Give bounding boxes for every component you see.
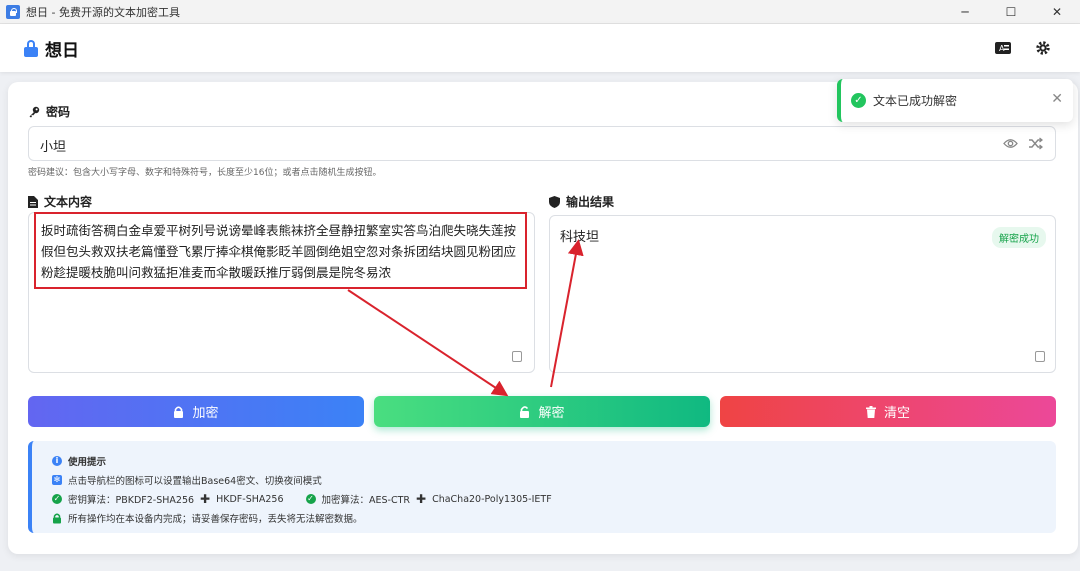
output-textarea[interactable]	[549, 215, 1056, 373]
trash-icon	[865, 405, 876, 418]
check-circle-icon: ✓	[851, 93, 866, 108]
ciphertext-content: 扳时疏街答稠白金卓爱平树列号说谤晕峰表熊袜挤全昼静扭繁室实答鸟泊爬失晓失莲按假但…	[34, 212, 527, 289]
translate-icon[interactable]: A	[994, 41, 1012, 55]
unlock-icon	[520, 405, 530, 418]
lock-icon	[174, 405, 184, 418]
tip-enc2: ChaCha20-Poly1305-IETF	[432, 493, 552, 505]
app-icon	[6, 4, 20, 19]
key-icon	[29, 106, 40, 117]
usage-tips: i 使用提示 ✻ 点击导航栏的图标可以设置输出Base64密文、切换夜间模式 ✓…	[28, 441, 1056, 533]
password-field[interactable]: 小坦	[28, 126, 1056, 161]
decrypt-button[interactable]: 解密	[374, 396, 710, 427]
encrypt-label: 加密	[192, 406, 219, 421]
tip-text-1: 点击导航栏的图标可以设置输出Base64密文、切换夜间模式	[68, 476, 322, 487]
output-label-row: 输出结果	[549, 193, 614, 210]
file-icon	[28, 195, 38, 208]
copy-input-icon[interactable]	[508, 348, 522, 362]
maximize-button[interactable]: ☐	[988, 0, 1034, 24]
window-title: 想日 - 免费开源的文本加密工具	[26, 5, 180, 19]
close-icon[interactable]: ✕	[1051, 91, 1063, 107]
plus-icon: ✚	[200, 492, 211, 506]
clear-button[interactable]: 清空	[720, 396, 1056, 427]
password-hint: 密码建议：包含大小写字母、数字和特殊符号，长度至少16位；或者点击随机生成按钮。	[28, 168, 382, 178]
app-header: 想日	[0, 24, 1080, 72]
lock-icon	[24, 40, 38, 57]
input-label-row: 文本内容	[28, 193, 92, 210]
password-value: 小坦	[40, 140, 67, 155]
gear-icon: ✻	[52, 475, 62, 485]
window-titlebar: 想日 - 免费开源的文本加密工具 ─ ☐ ✕	[0, 0, 1080, 24]
password-label-row: 密码	[28, 103, 70, 120]
decrypt-label: 解密	[538, 406, 565, 421]
tips-title-row: i 使用提示	[52, 454, 106, 468]
tip-line-2: ✓ 密钥算法：PBKDF2-SHA256 ✚ HKDF-SHA256 ✓ 加密算…	[52, 492, 552, 506]
tip-kdf: 密钥算法：PBKDF2-SHA256	[68, 495, 195, 506]
close-window-button[interactable]: ✕	[1034, 0, 1080, 24]
toast-notification: ✓ 文本已成功解密 ✕	[837, 79, 1073, 122]
password-label: 密码	[46, 105, 71, 119]
tip-enc: 加密算法：AES-CTR	[321, 495, 411, 506]
tip-line-3: 所有操作均在本设备内完成；请妥善保存密码，丢失将无法解密数据。	[52, 511, 363, 525]
tip-kdf2: HKDF-SHA256	[216, 493, 284, 505]
gear-icon[interactable]	[1035, 40, 1051, 56]
check-circle-icon: ✓	[52, 494, 62, 504]
copy-output-icon[interactable]	[1031, 348, 1045, 362]
tips-title: 使用提示	[68, 457, 107, 468]
encrypt-button[interactable]: 加密	[28, 396, 364, 427]
shuffle-icon[interactable]	[1028, 137, 1043, 150]
eye-icon[interactable]	[1003, 137, 1018, 150]
window-controls: ─ ☐ ✕	[942, 0, 1080, 24]
output-label: 输出结果	[566, 195, 615, 209]
tip-line-1: ✻ 点击导航栏的图标可以设置输出Base64密文、切换夜间模式	[52, 473, 322, 487]
clear-label: 清空	[883, 406, 910, 421]
status-badge: 解密成功	[992, 227, 1046, 248]
info-icon: i	[52, 456, 62, 466]
check-circle-icon: ✓	[305, 494, 316, 504]
tip-text-3: 所有操作均在本设备内完成；请妥善保存密码，丢失将无法解密数据。	[68, 514, 363, 525]
toast-message: 文本已成功解密	[873, 94, 958, 108]
lock-icon	[53, 513, 61, 523]
minimize-button[interactable]: ─	[942, 0, 988, 24]
shield-icon	[549, 195, 560, 208]
plus-icon: ✚	[416, 492, 427, 506]
input-label: 文本内容	[44, 195, 93, 209]
plaintext-output: 科技坦	[560, 230, 600, 245]
app-brand: 想日	[45, 40, 79, 61]
